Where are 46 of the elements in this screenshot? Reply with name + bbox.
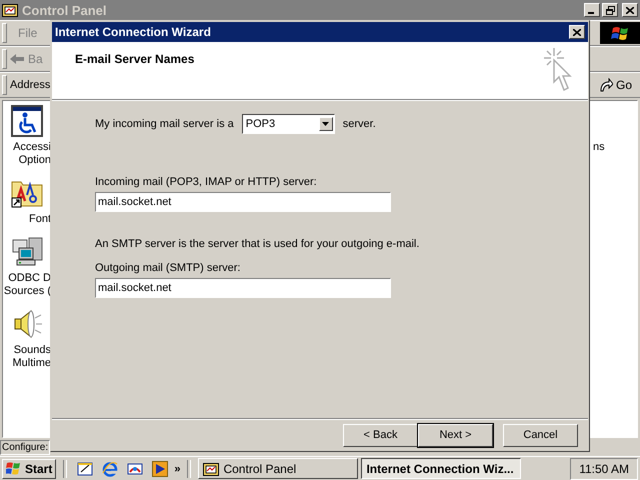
minimize-button[interactable] [584,3,600,17]
dialog-button[interactable]: Cancel [503,424,578,446]
status-text: Configure: [0,440,50,454]
clock: 11:50 AM [570,458,638,480]
outgoing-server-label: Outgoing mail (SMTP) server: [95,262,240,274]
browser-icon[interactable] [102,460,118,476]
wheelchair-icon[interactable] [11,105,43,137]
close-icon [573,28,581,36]
incoming-server-label: Incoming mail (POP3, IMAP or HTTP) server: [95,176,317,188]
outgoing-server-field[interactable]: mail.socket.net [95,278,391,298]
dropdown-arrow-icon [322,122,330,126]
icon-label: Option [18,154,51,167]
dialog-button[interactable]: < Back [343,424,418,446]
windows-logo-icon [6,462,22,476]
server-suffix-label: server. [342,118,376,130]
computer-icon[interactable] [11,236,43,268]
more-button[interactable]: » [174,462,180,474]
close-icon [626,6,634,14]
play-icon[interactable] [152,460,168,476]
left-arrow-icon [10,54,24,64]
desktop-icon[interactable] [77,460,94,476]
icon-label: Accessi [13,141,51,154]
windows-logo-icon [600,22,640,44]
go-button[interactable]: Go [598,78,640,92]
item-label: ns [593,141,605,153]
start-button[interactable]: Start [2,458,56,478]
taskbar-button[interactable]: Internet Connection Wiz... [361,458,522,479]
taskbar-button[interactable]: Control Panel [198,458,358,479]
restore-button[interactable] [602,3,618,17]
close-button[interactable] [569,25,585,39]
incoming-server-field[interactable]: mail.socket.net [95,192,391,212]
dialog-button[interactable]: Next > [418,424,493,446]
icon-label: Font [28,213,51,226]
icon-label: Sounds [14,344,51,357]
close-button[interactable] [622,3,638,17]
server-type-dropdown[interactable]: POP3 [242,114,335,134]
curved-arrow-icon [598,78,613,92]
restore-icon [606,6,614,14]
icon-label: Multime [12,357,51,370]
smtp-note: An SMTP server is the server that is used for your outgoing e-mail. [95,238,420,250]
dialog-title: Internet Connection Wizard [55,25,212,39]
window-title: Control Panel [22,2,107,18]
server-type-label: My incoming mail server is a [95,118,234,130]
address-label: Address [10,79,50,91]
icon-label: ODBC D [8,272,51,285]
page-heading: E-mail Server Names [75,52,196,66]
